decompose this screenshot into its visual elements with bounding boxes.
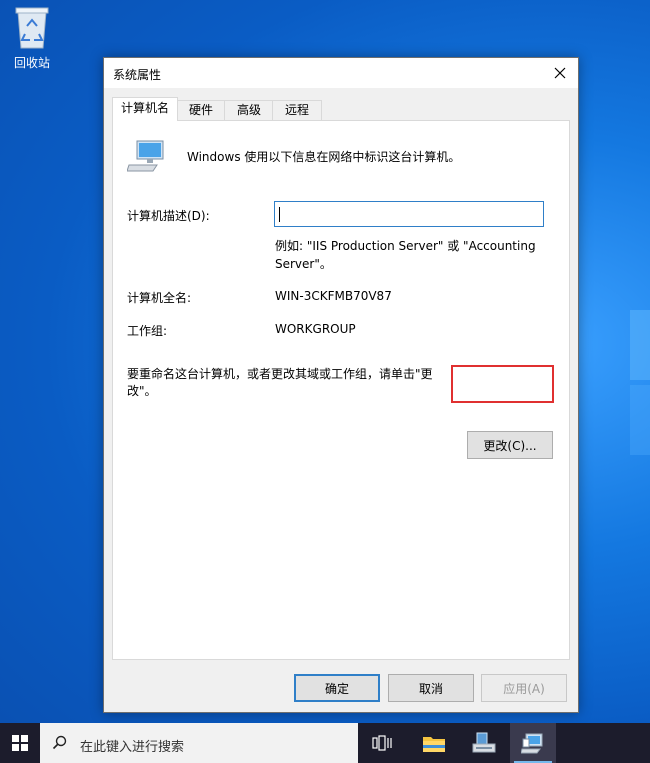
task-view-icon — [372, 735, 392, 751]
full-name-value: WIN-3CKFMB70V87 — [275, 289, 392, 303]
change-button-highlight — [451, 365, 554, 403]
search-placeholder: 在此键入进行搜索 — [80, 740, 185, 755]
tab-advanced[interactable]: 高级 — [224, 100, 274, 120]
close-button[interactable] — [542, 58, 578, 88]
taskbar-search-box[interactable]: 在此键入进行搜索 — [40, 723, 358, 763]
text-caret — [279, 207, 280, 222]
recycle-bin-shortcut[interactable]: 回收站 — [6, 4, 58, 71]
dialog-title: 系统属性 — [113, 68, 162, 82]
tab-hardware[interactable]: 硬件 — [176, 100, 226, 120]
tab-remote[interactable]: 远程 — [272, 100, 322, 120]
folder-icon — [423, 737, 445, 752]
computer-icon — [127, 140, 164, 172]
intro-text: Windows 使用以下信息在网络中标识这台计算机。 — [187, 150, 461, 164]
task-view-button[interactable] — [359, 723, 405, 763]
desktop-light-beam — [630, 310, 650, 380]
tab-computer-name[interactable]: 计算机名 — [112, 97, 178, 121]
system-properties-taskbar-button[interactable] — [510, 723, 556, 763]
system-properties-icon — [521, 733, 543, 754]
windows-logo-icon — [12, 735, 28, 751]
full-name-label: 计算机全名: — [127, 291, 192, 305]
workgroup-value: WORKGROUP — [275, 322, 356, 336]
close-icon — [554, 67, 566, 79]
description-label: 计算机描述(D): — [127, 209, 210, 223]
taskbar: 在此键入进行搜索 — [0, 723, 650, 763]
apply-button: 应用(A) — [481, 674, 567, 702]
example-text: 例如: "IIS Production Server" 或 "Accountin… — [275, 239, 536, 271]
computer-description-input[interactable] — [274, 201, 544, 227]
title-bar[interactable]: 系统属性 — [104, 58, 578, 88]
desktop-light-beam — [630, 385, 650, 455]
file-explorer-button[interactable] — [411, 723, 457, 763]
change-button[interactable]: 更改(C)... — [467, 431, 553, 459]
recycle-bin-icon — [15, 7, 49, 49]
ok-button[interactable]: 确定 — [294, 674, 380, 702]
server-manager-icon — [472, 732, 496, 753]
search-icon — [52, 735, 67, 750]
recycle-bin-label: 回收站 — [13, 56, 50, 70]
workgroup-label: 工作组: — [127, 324, 168, 338]
server-manager-button[interactable] — [461, 723, 507, 763]
rename-instructions: 要重命名这台计算机，或者更改其域或工作组，请单击"更改"。 — [127, 367, 433, 398]
start-button[interactable] — [0, 723, 40, 763]
cancel-button[interactable]: 取消 — [388, 674, 474, 702]
